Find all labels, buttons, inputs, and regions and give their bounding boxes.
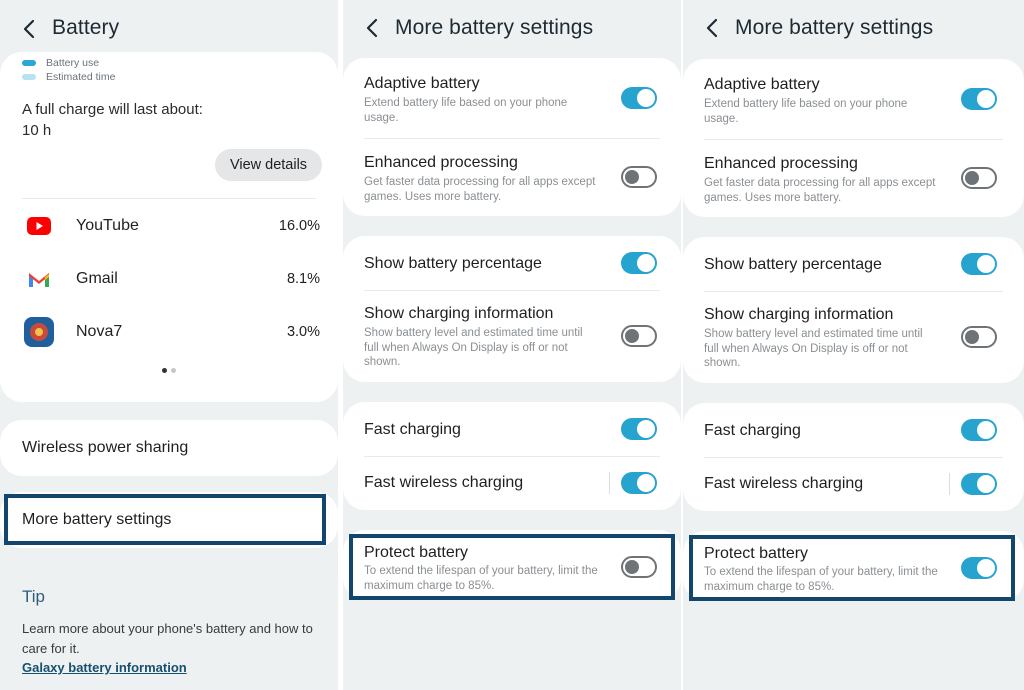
wireless-power-sharing-label: Wireless power sharing — [22, 439, 189, 456]
settings-group-3: Fast charging Fast wireless charging — [683, 403, 1024, 511]
enhanced-processing-row[interactable]: Enhanced processing Get faster data proc… — [683, 139, 1024, 217]
setting-title: Adaptive battery — [364, 75, 480, 92]
legend-battery-use: Battery use — [22, 57, 99, 69]
settings-group-1: Adaptive battery Extend battery life bas… — [683, 59, 1024, 217]
show-charging-info-toggle[interactable] — [621, 325, 657, 347]
fast-wireless-charging-row[interactable]: Fast wireless charging — [683, 457, 1024, 511]
wireless-power-sharing-row[interactable]: Wireless power sharing — [0, 420, 338, 476]
divider-vertical — [609, 472, 610, 494]
enhanced-processing-toggle[interactable] — [961, 167, 997, 189]
fast-charging-row[interactable]: Fast charging — [683, 403, 1024, 457]
page-dot-active — [162, 368, 167, 373]
highlight-box — [349, 534, 675, 600]
setting-title: Fast wireless charging — [704, 475, 864, 492]
highlight-box — [689, 535, 1015, 601]
show-charging-info-row[interactable]: Show charging information Show battery l… — [343, 290, 681, 382]
legend-swatch — [22, 74, 36, 80]
adaptive-battery-toggle[interactable] — [621, 87, 657, 109]
highlight-box — [4, 494, 326, 545]
settings-group-2: Show battery percentage Show charging in… — [683, 237, 1024, 383]
header: More battery settings — [343, 0, 681, 60]
fast-charging-toggle[interactable] — [961, 419, 997, 441]
show-charging-info-toggle[interactable] — [961, 326, 997, 348]
legend-swatch — [22, 60, 36, 66]
chevron-left-icon — [706, 18, 718, 38]
app-percent: 8.1% — [286, 271, 320, 287]
header: Battery — [0, 0, 338, 60]
page-title: Battery — [52, 16, 120, 39]
nova7-icon — [22, 315, 56, 349]
fast-charging-row[interactable]: Fast charging — [343, 402, 681, 456]
header: More battery settings — [683, 0, 1024, 60]
setting-title: Fast wireless charging — [364, 474, 524, 491]
page-title: More battery settings — [395, 16, 594, 39]
legend-label: Battery use — [46, 57, 100, 69]
app-name: YouTube — [76, 217, 139, 234]
full-charge-value: 10 h — [22, 122, 52, 139]
setting-title: Enhanced processing — [364, 154, 518, 171]
show-battery-percentage-row[interactable]: Show battery percentage — [343, 236, 681, 290]
setting-title: Show charging information — [704, 306, 894, 323]
show-battery-percentage-toggle[interactable] — [961, 253, 997, 275]
adaptive-battery-row[interactable]: Adaptive battery Extend battery life bas… — [343, 58, 681, 138]
galaxy-battery-info-link[interactable]: Galaxy battery information — [22, 660, 187, 675]
setting-title: Adaptive battery — [704, 76, 820, 93]
battery-panel: Battery Battery use Estimated time A ful… — [0, 0, 338, 690]
app-row-nova7[interactable]: Nova7 3.0% — [22, 315, 320, 349]
setting-title: Enhanced processing — [704, 155, 858, 172]
enhanced-processing-toggle[interactable] — [621, 166, 657, 188]
app-row-gmail[interactable]: Gmail 8.1% — [22, 262, 320, 296]
show-charging-info-row[interactable]: Show charging information Show battery l… — [683, 291, 1024, 383]
divider — [22, 198, 316, 199]
legend-label: Estimated time — [46, 71, 116, 83]
chevron-left-icon — [23, 19, 35, 39]
setting-desc: Show battery level and estimated time un… — [364, 327, 583, 368]
enhanced-processing-row[interactable]: Enhanced processing Get faster data proc… — [343, 138, 681, 216]
gmail-icon — [22, 262, 56, 296]
setting-title: Show battery percentage — [364, 255, 542, 272]
setting-title: Show charging information — [364, 305, 554, 322]
page-indicator — [162, 368, 176, 373]
tip-text: Learn more about your phone's battery an… — [22, 621, 313, 656]
page-dot — [171, 368, 176, 373]
youtube-icon — [22, 209, 56, 243]
app-row-youtube[interactable]: YouTube 16.0% — [22, 209, 320, 243]
adaptive-battery-toggle[interactable] — [961, 88, 997, 110]
adaptive-battery-row[interactable]: Adaptive battery Extend battery life bas… — [683, 59, 1024, 139]
back-button[interactable] — [701, 17, 723, 39]
app-name: Gmail — [76, 270, 118, 287]
setting-title: Fast charging — [364, 421, 461, 438]
setting-title: Fast charging — [704, 422, 801, 439]
fast-charging-toggle[interactable] — [621, 418, 657, 440]
settings-group-2: Show battery percentage Show charging in… — [343, 236, 681, 382]
tip-title: Tip — [22, 587, 45, 606]
chevron-left-icon — [366, 18, 378, 38]
app-name: Nova7 — [76, 323, 123, 340]
setting-desc: Show battery level and estimated time un… — [704, 328, 923, 369]
settings-group-1: Adaptive battery Extend battery life bas… — [343, 58, 681, 216]
battery-usage-card: Battery use Estimated time A full charge… — [0, 52, 338, 402]
view-details-button[interactable]: View details — [215, 149, 322, 181]
full-charge-label: A full charge will last about: — [22, 101, 203, 118]
fast-wireless-charging-toggle[interactable] — [621, 472, 657, 494]
setting-desc: Get faster data processing for all apps … — [704, 177, 936, 204]
legend-estimated-time: Estimated time — [22, 71, 115, 83]
page-title: More battery settings — [735, 16, 934, 39]
show-battery-percentage-row[interactable]: Show battery percentage — [683, 237, 1024, 291]
setting-title: Show battery percentage — [704, 256, 882, 273]
setting-desc: Extend battery life based on your phone … — [704, 98, 908, 125]
fast-wireless-charging-row[interactable]: Fast wireless charging — [343, 456, 681, 510]
back-button[interactable] — [361, 17, 383, 39]
setting-desc: Get faster data processing for all apps … — [364, 176, 596, 203]
back-button[interactable] — [18, 18, 40, 40]
setting-desc: Extend battery life based on your phone … — [364, 97, 568, 124]
fast-wireless-charging-toggle[interactable] — [961, 473, 997, 495]
show-battery-percentage-toggle[interactable] — [621, 252, 657, 274]
app-percent: 16.0% — [278, 218, 320, 234]
divider-vertical — [949, 473, 950, 495]
settings-group-3: Fast charging Fast wireless charging — [343, 402, 681, 510]
app-percent: 3.0% — [286, 324, 320, 340]
